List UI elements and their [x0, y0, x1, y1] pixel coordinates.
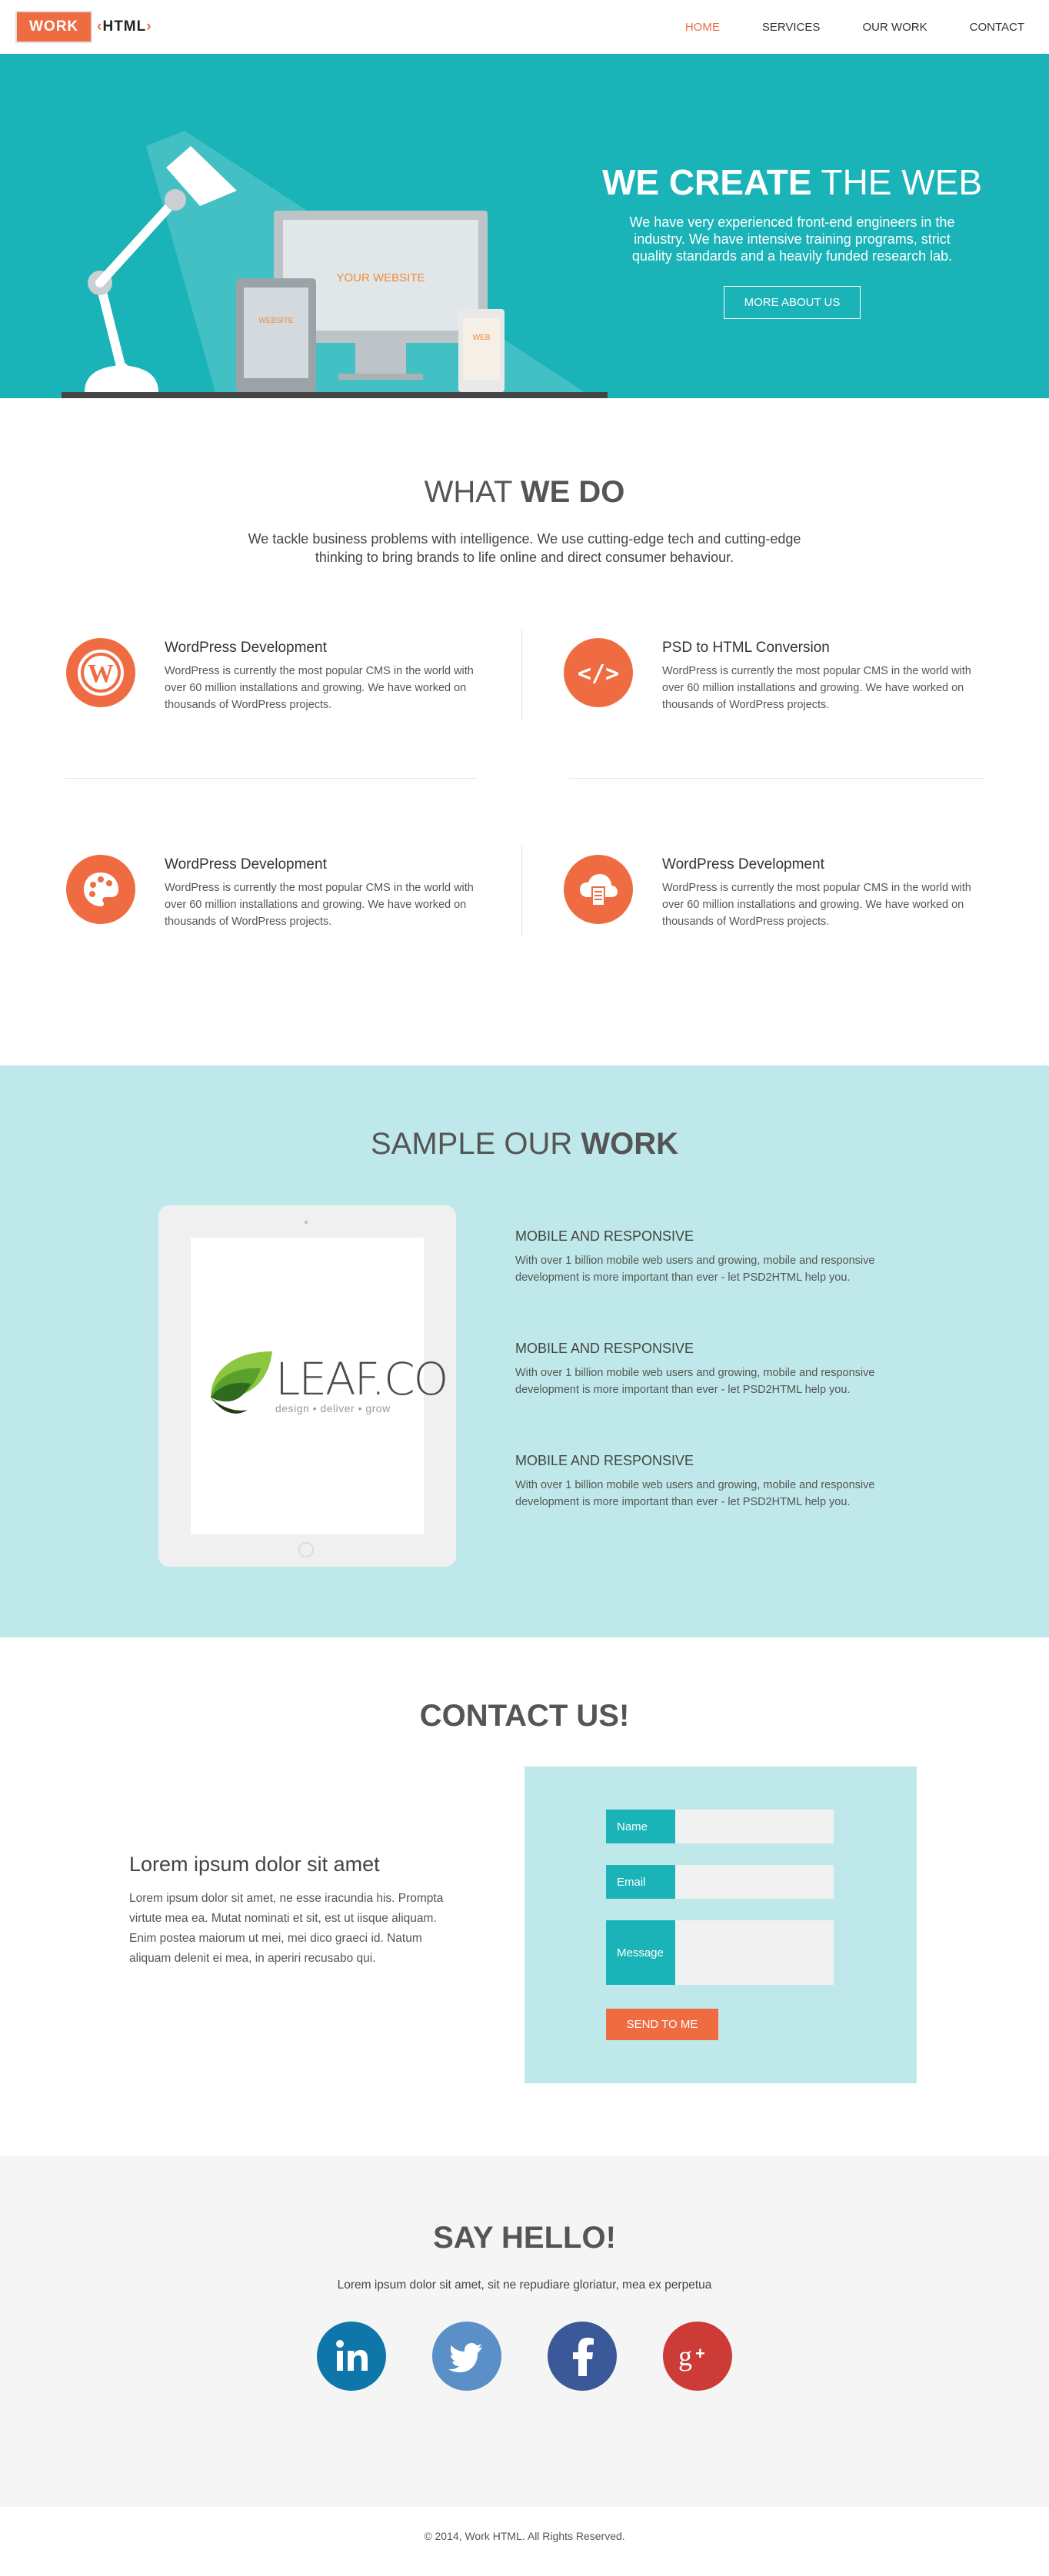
svg-text:g: g — [678, 2341, 692, 2372]
service-item: WordPress Development WordPress is curre… — [66, 855, 497, 930]
phone-screen-label: WEB — [473, 334, 491, 342]
services-section: WHAT WE DO We tackle business problems w… — [0, 398, 1049, 1065]
service-text: WordPress is currently the most popular … — [662, 882, 971, 928]
work-title: SAMPLE OUR WORK — [370, 1127, 679, 1161]
google-plus-icon[interactable]: g + — [663, 2322, 732, 2391]
name-label: Name — [606, 1810, 675, 1843]
hero-title: WE CREATE THE WEB — [601, 162, 983, 202]
nav-contact-link[interactable]: CONTACT — [970, 21, 1024, 34]
nav-services-link[interactable]: SERVICES — [762, 21, 821, 34]
leaf-logo-text: LEAF.CO design • deliver • grow — [275, 1353, 448, 1414]
service-text: WordPress is currently the most popular … — [662, 665, 971, 711]
email-label: Email — [606, 1865, 675, 1899]
nav-home-link[interactable]: HOME — [685, 21, 720, 34]
code-icon: </> — [564, 638, 633, 707]
facebook-icon[interactable] — [548, 2322, 617, 2391]
hello-title: SAY HELLO! — [433, 2221, 616, 2255]
email-field: Email — [606, 1865, 834, 1899]
service-title: WordPress Development — [165, 640, 327, 656]
work-feature-title: MOBILE AND RESPONSIVE — [515, 1453, 694, 1468]
contact-form: Name Email Message SEND TO ME — [524, 1767, 917, 2083]
service-item: W WordPress Development WordPress is cur… — [66, 638, 497, 713]
hello-lead: Lorem ipsum dolor sit amet, sit ne repud… — [337, 2279, 712, 2292]
email-input[interactable] — [675, 1865, 834, 1899]
work-feature-item: MOBILE AND RESPONSIVE With over 1 billio… — [515, 1453, 907, 1511]
service-title: WordPress Development — [662, 856, 824, 873]
say-hello-section: SAY HELLO! Lorem ipsum dolor sit amet, s… — [0, 2156, 1049, 2507]
service-title: PSD to HTML Conversion — [662, 640, 830, 656]
work-feature-title: MOBILE AND RESPONSIVE — [515, 1228, 694, 1244]
hero-text-block: WE CREATE THE WEB We have very experienc… — [584, 161, 1000, 319]
hero-description: We have very experienced front-end engin… — [629, 214, 955, 264]
message-field: Message — [606, 1920, 834, 1985]
footer: © 2014, Work HTML. All Rights Reserved. — [0, 2507, 1049, 2576]
top-navbar: WORK ‹HTML› HOME SERVICES OUR WORK CONTA… — [0, 0, 1049, 54]
cloud-document-icon — [564, 855, 633, 924]
message-textarea[interactable] — [675, 1920, 834, 1985]
svg-text:W: W — [88, 660, 114, 688]
work-feature-item: MOBILE AND RESPONSIVE With over 1 billio… — [515, 1341, 907, 1398]
logo-html-text: ‹HTML› — [97, 18, 152, 35]
social-links: g + — [0, 2322, 1049, 2391]
logo-work-text: WORK — [15, 11, 93, 43]
name-field: Name — [606, 1810, 834, 1843]
work-feature-text: With over 1 billion mobile web users and… — [515, 1367, 875, 1396]
contact-info: Lorem ipsum dolor sit amet Lorem ipsum d… — [129, 1853, 452, 1969]
leaf-logo-name: LEAF.CO — [275, 1353, 448, 1405]
services-lead: We tackle business problems with intelli… — [248, 531, 801, 565]
tablet-camera — [305, 1221, 308, 1224]
tablet-screen-label: WEBSITE — [258, 317, 293, 325]
copyright-text: © 2014, Work HTML. All Rights Reserved. — [424, 2530, 625, 2542]
contact-title: CONTACT US! — [419, 1699, 630, 1733]
tablet-screen: LEAF.CO design • deliver • grow — [191, 1238, 448, 1534]
hero-illustration: YOUR WEBSITE WEBSITE WEB — [62, 131, 608, 398]
tablet-mockup: LEAF.CO design • deliver • grow — [158, 1205, 456, 1567]
leaf-logo-icon — [211, 1351, 272, 1414]
name-input[interactable] — [675, 1810, 834, 1843]
work-feature-text: With over 1 billion mobile web users and… — [515, 1255, 875, 1284]
horizontal-divider — [65, 778, 477, 779]
vertical-divider — [521, 629, 522, 721]
hero-section: YOUR WEBSITE WEBSITE WEB WE CREATE THE W… — [0, 54, 1049, 398]
contact-text: Lorem ipsum dolor sit amet, ne esse irac… — [129, 1892, 444, 1965]
more-about-us-button[interactable]: MORE ABOUT US — [723, 286, 861, 319]
wordpress-icon: W — [66, 638, 135, 707]
contact-section: CONTACT US! Lorem ipsum dolor sit amet L… — [0, 1637, 1049, 2156]
service-text: WordPress is currently the most popular … — [165, 665, 474, 711]
monitor-label: YOUR WEBSITE — [336, 271, 425, 284]
main-menu: HOME SERVICES OUR WORK CONTACT — [643, 0, 1024, 54]
vertical-divider — [521, 844, 522, 936]
twitter-icon[interactable] — [432, 2322, 501, 2391]
svg-text:</>: </> — [578, 660, 619, 687]
sample-work-section: SAMPLE OUR WORK LEAF.CO design • deliver… — [0, 1065, 1049, 1637]
nav-our-work-link[interactable]: OUR WORK — [862, 21, 927, 34]
message-label: Message — [606, 1920, 675, 1985]
service-item: WordPress Development WordPress is curre… — [564, 855, 994, 930]
palette-icon — [66, 855, 135, 924]
linkedin-icon[interactable] — [317, 2322, 386, 2391]
site-logo[interactable]: WORK ‹HTML› — [15, 11, 152, 43]
services-title: WHAT WE DO — [424, 475, 625, 509]
service-text: WordPress is currently the most popular … — [165, 882, 474, 928]
service-item: </> PSD to HTML Conversion WordPress is … — [564, 638, 994, 713]
horizontal-divider — [569, 778, 984, 779]
work-feature-title: MOBILE AND RESPONSIVE — [515, 1341, 694, 1356]
contact-heading: Lorem ipsum dolor sit amet — [129, 1853, 380, 1876]
send-button[interactable]: SEND TO ME — [606, 2009, 718, 2040]
work-feature-text: With over 1 billion mobile web users and… — [515, 1479, 875, 1508]
tablet-home-button — [298, 1542, 314, 1557]
service-title: WordPress Development — [165, 856, 327, 873]
svg-text:+: + — [695, 2344, 705, 2363]
work-feature-item: MOBILE AND RESPONSIVE With over 1 billio… — [515, 1228, 907, 1286]
